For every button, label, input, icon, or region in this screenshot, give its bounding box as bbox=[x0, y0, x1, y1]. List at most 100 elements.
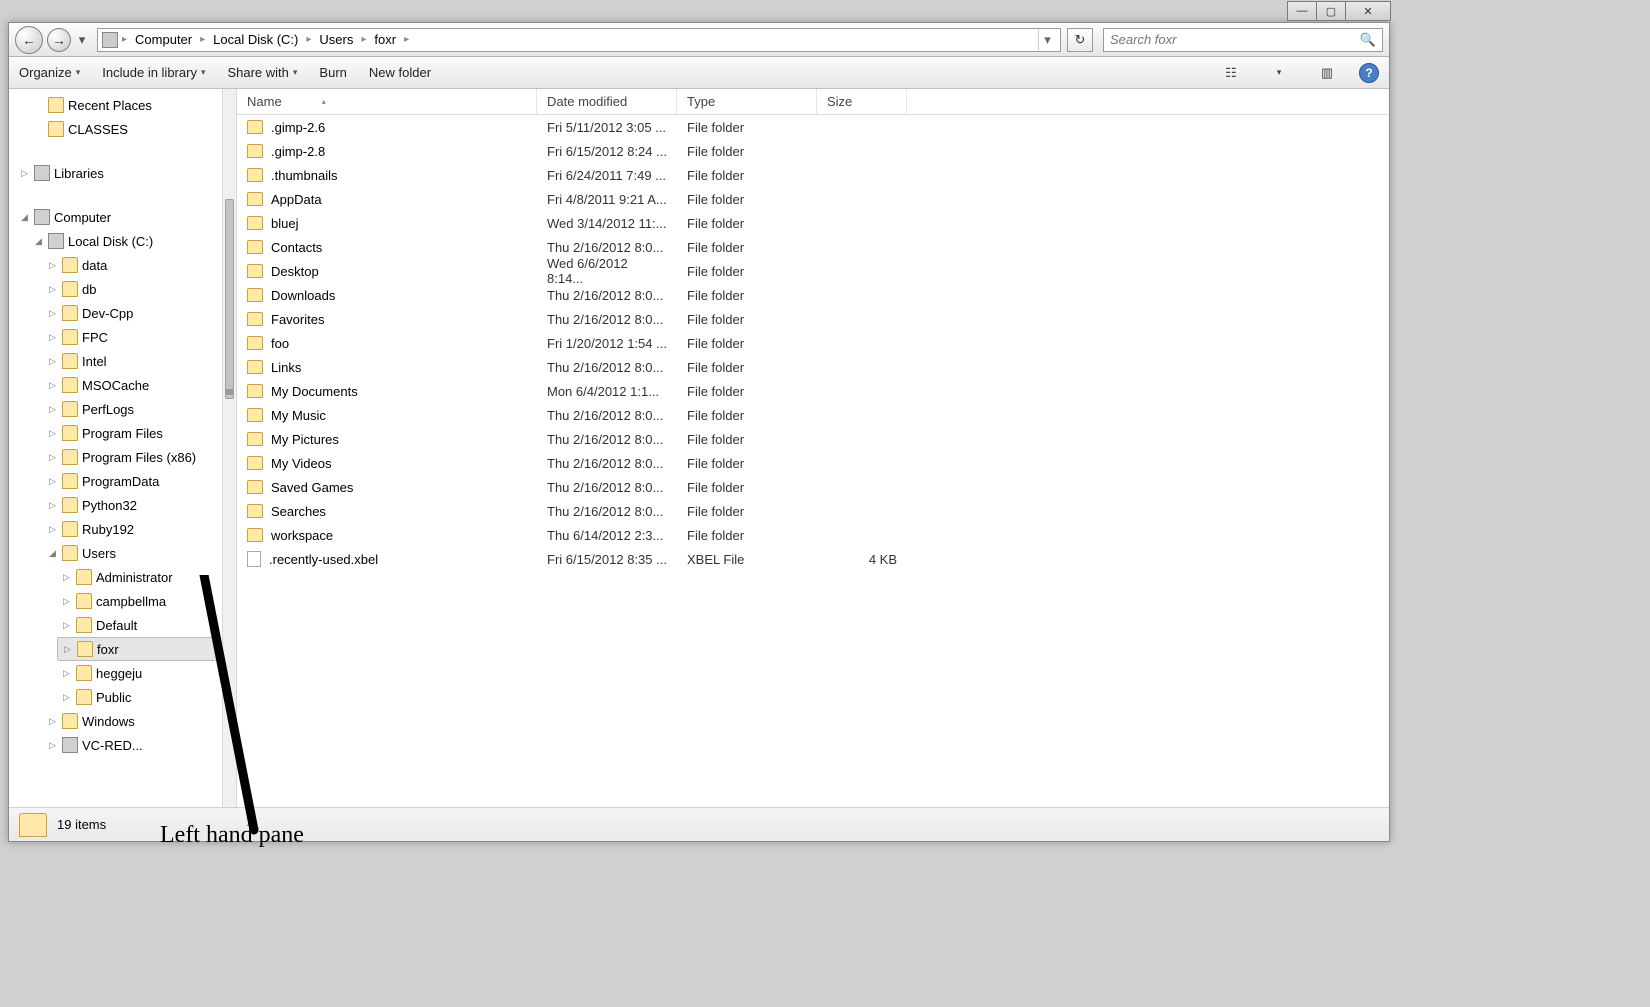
help-button[interactable]: ? bbox=[1359, 63, 1379, 83]
chevron-right-icon[interactable]: ▸ bbox=[198, 34, 207, 45]
expand-icon[interactable]: ◢ bbox=[19, 212, 30, 223]
expand-icon[interactable]: ▷ bbox=[47, 356, 58, 367]
tree-node-default[interactable]: ▷Default bbox=[57, 613, 221, 637]
tree-node-data[interactable]: ▷data bbox=[43, 253, 221, 277]
breadcrumb-computer[interactable]: Computer bbox=[131, 30, 196, 49]
tree-node-windows[interactable]: ▷Windows bbox=[43, 709, 221, 733]
tree-node-libraries[interactable]: ▷Libraries bbox=[15, 161, 221, 185]
breadcrumb-users[interactable]: Users bbox=[315, 30, 357, 49]
tree-node-program-files[interactable]: ▷Program Files bbox=[43, 421, 221, 445]
chevron-down-icon[interactable]: ▾ bbox=[1269, 63, 1289, 83]
tree-node-python32[interactable]: ▷Python32 bbox=[43, 493, 221, 517]
breadcrumb-localdisk[interactable]: Local Disk (C:) bbox=[209, 30, 302, 49]
file-row[interactable]: LinksThu 2/16/2012 8:0...File folder bbox=[237, 355, 1389, 379]
close-button[interactable]: ✕ bbox=[1345, 1, 1391, 21]
search-box[interactable]: 🔍 bbox=[1103, 28, 1383, 52]
tree-node-classes[interactable]: CLASSES bbox=[29, 117, 221, 141]
expand-icon[interactable]: ▷ bbox=[47, 740, 58, 751]
expand-icon[interactable]: ▷ bbox=[62, 644, 73, 655]
back-button[interactable]: ← bbox=[15, 26, 43, 54]
column-size[interactable]: Size bbox=[817, 89, 907, 114]
tree-node-public[interactable]: ▷Public bbox=[57, 685, 221, 709]
tree-node-program-files-x86-[interactable]: ▷Program Files (x86) bbox=[43, 445, 221, 469]
tree-node-foxr[interactable]: ▷foxr bbox=[57, 637, 221, 661]
expand-icon[interactable]: ▷ bbox=[61, 692, 72, 703]
tree-node-vc-red-[interactable]: ▷VC-RED... bbox=[43, 733, 221, 757]
expand-icon[interactable]: ▷ bbox=[47, 524, 58, 535]
expand-icon[interactable]: ▷ bbox=[47, 452, 58, 463]
expand-icon[interactable]: ▷ bbox=[61, 572, 72, 583]
chevron-right-icon[interactable]: ▸ bbox=[402, 34, 411, 45]
expand-icon[interactable]: ▷ bbox=[19, 168, 30, 179]
maximize-button[interactable]: ▢ bbox=[1316, 1, 1346, 21]
expand-icon[interactable]: ▷ bbox=[47, 260, 58, 271]
expand-icon[interactable]: ◢ bbox=[47, 548, 58, 559]
file-row[interactable]: .recently-used.xbelFri 6/15/2012 8:35 ..… bbox=[237, 547, 1389, 571]
expand-icon[interactable]: ▷ bbox=[61, 596, 72, 607]
search-input[interactable] bbox=[1110, 32, 1360, 47]
expand-icon[interactable]: ▷ bbox=[47, 404, 58, 415]
chevron-right-icon[interactable]: ▸ bbox=[120, 34, 129, 45]
tree-node-ruby192[interactable]: ▷Ruby192 bbox=[43, 517, 221, 541]
tree-node-dev-cpp[interactable]: ▷Dev-Cpp bbox=[43, 301, 221, 325]
column-type[interactable]: Type bbox=[677, 89, 817, 114]
tree-node-fpc[interactable]: ▷FPC bbox=[43, 325, 221, 349]
file-row[interactable]: workspaceThu 6/14/2012 2:3...File folder bbox=[237, 523, 1389, 547]
file-row[interactable]: .thumbnailsFri 6/24/2011 7:49 ...File fo… bbox=[237, 163, 1389, 187]
tree-node-intel[interactable]: ▷Intel bbox=[43, 349, 221, 373]
tree-node-recent-places[interactable]: Recent Places bbox=[29, 93, 221, 117]
tree-node-db[interactable]: ▷db bbox=[43, 277, 221, 301]
file-row[interactable]: .gimp-2.8Fri 6/15/2012 8:24 ...File fold… bbox=[237, 139, 1389, 163]
view-mode-button[interactable]: ☷ bbox=[1221, 63, 1241, 83]
file-row[interactable]: My DocumentsMon 6/4/2012 1:1...File fold… bbox=[237, 379, 1389, 403]
tree-node-programdata[interactable]: ▷ProgramData bbox=[43, 469, 221, 493]
file-row[interactable]: ContactsThu 2/16/2012 8:0...File folder bbox=[237, 235, 1389, 259]
tree-node-heggeju[interactable]: ▷heggeju bbox=[57, 661, 221, 685]
share-with-menu[interactable]: Share with ▾ bbox=[227, 65, 297, 80]
tree-node-msocache[interactable]: ▷MSOCache bbox=[43, 373, 221, 397]
address-dropdown[interactable]: ▾ bbox=[1038, 29, 1056, 51]
address-bar[interactable]: ▸ Computer ▸ Local Disk (C:) ▸ Users ▸ f… bbox=[97, 28, 1061, 52]
expand-icon[interactable]: ▷ bbox=[47, 500, 58, 511]
expand-icon[interactable]: ▷ bbox=[61, 668, 72, 679]
forward-button[interactable]: → bbox=[47, 28, 71, 52]
new-folder-button[interactable]: New folder bbox=[369, 65, 431, 80]
expand-icon[interactable]: ▷ bbox=[47, 380, 58, 391]
scrollbar-thumb[interactable] bbox=[225, 199, 234, 399]
file-row[interactable]: My PicturesThu 2/16/2012 8:0...File fold… bbox=[237, 427, 1389, 451]
preview-pane-button[interactable]: ▥ bbox=[1317, 63, 1337, 83]
minimize-button[interactable]: — bbox=[1287, 1, 1317, 21]
file-row[interactable]: .gimp-2.6Fri 5/11/2012 3:05 ...File fold… bbox=[237, 115, 1389, 139]
expand-icon[interactable]: ▷ bbox=[47, 284, 58, 295]
file-row[interactable]: SearchesThu 2/16/2012 8:0...File folder bbox=[237, 499, 1389, 523]
breadcrumb-foxr[interactable]: foxr bbox=[370, 30, 400, 49]
file-row[interactable]: My MusicThu 2/16/2012 8:0...File folder bbox=[237, 403, 1389, 427]
file-row[interactable]: bluejWed 3/14/2012 11:...File folder bbox=[237, 211, 1389, 235]
sidebar-scrollbar[interactable] bbox=[222, 89, 236, 807]
chevron-right-icon[interactable]: ▸ bbox=[304, 34, 313, 45]
chevron-right-icon[interactable]: ▸ bbox=[359, 34, 368, 45]
column-name[interactable]: Name ▴ bbox=[237, 89, 537, 114]
expand-icon[interactable]: ◢ bbox=[33, 236, 44, 247]
tree-node-users[interactable]: ◢Users bbox=[43, 541, 221, 565]
expand-icon[interactable]: ▷ bbox=[61, 620, 72, 631]
file-row[interactable]: DownloadsThu 2/16/2012 8:0...File folder bbox=[237, 283, 1389, 307]
tree-node-local-disk-c-[interactable]: ◢Local Disk (C:) bbox=[29, 229, 221, 253]
file-row[interactable]: fooFri 1/20/2012 1:54 ...File folder bbox=[237, 331, 1389, 355]
file-row[interactable]: My VideosThu 2/16/2012 8:0...File folder bbox=[237, 451, 1389, 475]
tree-node-administrator[interactable]: ▷Administrator bbox=[57, 565, 221, 589]
expand-icon[interactable]: ▷ bbox=[47, 332, 58, 343]
expand-icon[interactable]: ▷ bbox=[47, 476, 58, 487]
file-row[interactable]: AppDataFri 4/8/2011 9:21 A...File folder bbox=[237, 187, 1389, 211]
file-row[interactable]: Saved GamesThu 2/16/2012 8:0...File fold… bbox=[237, 475, 1389, 499]
tree-node-campbellma[interactable]: ▷campbellma bbox=[57, 589, 221, 613]
file-row[interactable]: DesktopWed 6/6/2012 8:14...File folder bbox=[237, 259, 1389, 283]
column-date[interactable]: Date modified bbox=[537, 89, 677, 114]
tree-node-computer[interactable]: ◢Computer bbox=[15, 205, 221, 229]
refresh-button[interactable]: ↻ bbox=[1067, 28, 1093, 52]
include-library-menu[interactable]: Include in library ▾ bbox=[102, 65, 205, 80]
expand-icon[interactable]: ▷ bbox=[47, 716, 58, 727]
file-row[interactable]: FavoritesThu 2/16/2012 8:0...File folder bbox=[237, 307, 1389, 331]
expand-icon[interactable]: ▷ bbox=[47, 308, 58, 319]
expand-icon[interactable]: ▷ bbox=[47, 428, 58, 439]
